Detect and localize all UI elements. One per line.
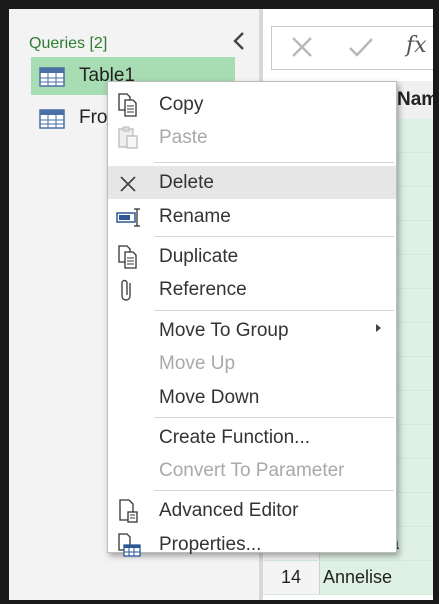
table-icon [39, 109, 65, 134]
menu-item-label: Advanced Editor [159, 500, 299, 521]
menu-item-advanced-editor[interactable]: Advanced Editor [108, 494, 396, 527]
menu-item-properties[interactable]: Properties... [108, 528, 396, 561]
menu-item-label: Paste [159, 127, 208, 148]
query-item-label: Fro [79, 107, 108, 128]
duplicate-icon [116, 244, 140, 270]
context-menu: Copy Paste Delete Rename Duplicate Refer… [107, 81, 397, 557]
menu-separator [154, 310, 394, 311]
menu-item-move-to-group[interactable]: Move To Group [108, 314, 396, 347]
paste-icon [116, 125, 140, 151]
menu-item-label: Move Up [159, 353, 236, 374]
menu-item-duplicate[interactable]: Duplicate [108, 240, 396, 273]
menu-item-convert-to-parameter[interactable]: Convert To Parameter [108, 454, 396, 487]
rename-icon [116, 204, 140, 230]
row-number: 14 [263, 561, 320, 594]
formula-bar: fx [271, 26, 433, 70]
menu-item-label: Duplicate [159, 246, 239, 267]
menu-item-label: Move Down [159, 387, 260, 408]
menu-item-label: Rename [159, 206, 231, 227]
menu-item-label: Create Function... [159, 427, 311, 448]
menu-item-reference[interactable]: Reference [108, 273, 396, 306]
properties-icon [116, 532, 141, 558]
delete-icon [116, 170, 140, 196]
window-frame: Queries [2] Table1 Fro fx Nam 14 Annelis… [0, 0, 439, 604]
menu-item-copy[interactable]: Copy [108, 88, 396, 121]
queries-header: Queries [2] [29, 35, 108, 52]
x-icon[interactable] [290, 35, 314, 66]
menu-separator [154, 417, 394, 418]
menu-item-label: Properties... [159, 534, 262, 555]
menu-item-label: Reference [159, 279, 247, 300]
menu-item-paste[interactable]: Paste [108, 121, 396, 154]
menu-item-label: Move To Group [159, 320, 289, 341]
menu-item-label: Delete [159, 172, 214, 193]
table-row[interactable]: 14 Annelise [263, 561, 433, 595]
menu-separator [154, 162, 394, 163]
menu-item-label: Convert To Parameter [159, 460, 345, 481]
menu-item-rename[interactable]: Rename [108, 200, 396, 233]
menu-item-delete[interactable]: Delete [108, 166, 396, 199]
collapse-pane-icon[interactable] [229, 29, 249, 53]
cell-value[interactable]: Annelise [320, 561, 433, 594]
copy-icon [116, 92, 140, 118]
advanced-editor-icon [116, 498, 140, 524]
menu-separator [154, 490, 394, 491]
table-icon [39, 67, 65, 92]
power-query-editor: Queries [2] Table1 Fro fx Nam 14 Annelis… [9, 9, 433, 600]
check-icon[interactable] [348, 35, 374, 66]
menu-separator [154, 236, 394, 237]
menu-item-move-down[interactable]: Move Down [108, 381, 396, 414]
reference-icon [116, 277, 140, 303]
menu-item-label: Copy [159, 94, 204, 115]
menu-item-create-function[interactable]: Create Function... [108, 421, 396, 454]
column-header-name[interactable]: Nam [397, 89, 433, 111]
fx-label[interactable]: fx [406, 33, 427, 58]
menu-item-move-up[interactable]: Move Up [108, 347, 396, 380]
submenu-arrow-icon [376, 324, 381, 332]
